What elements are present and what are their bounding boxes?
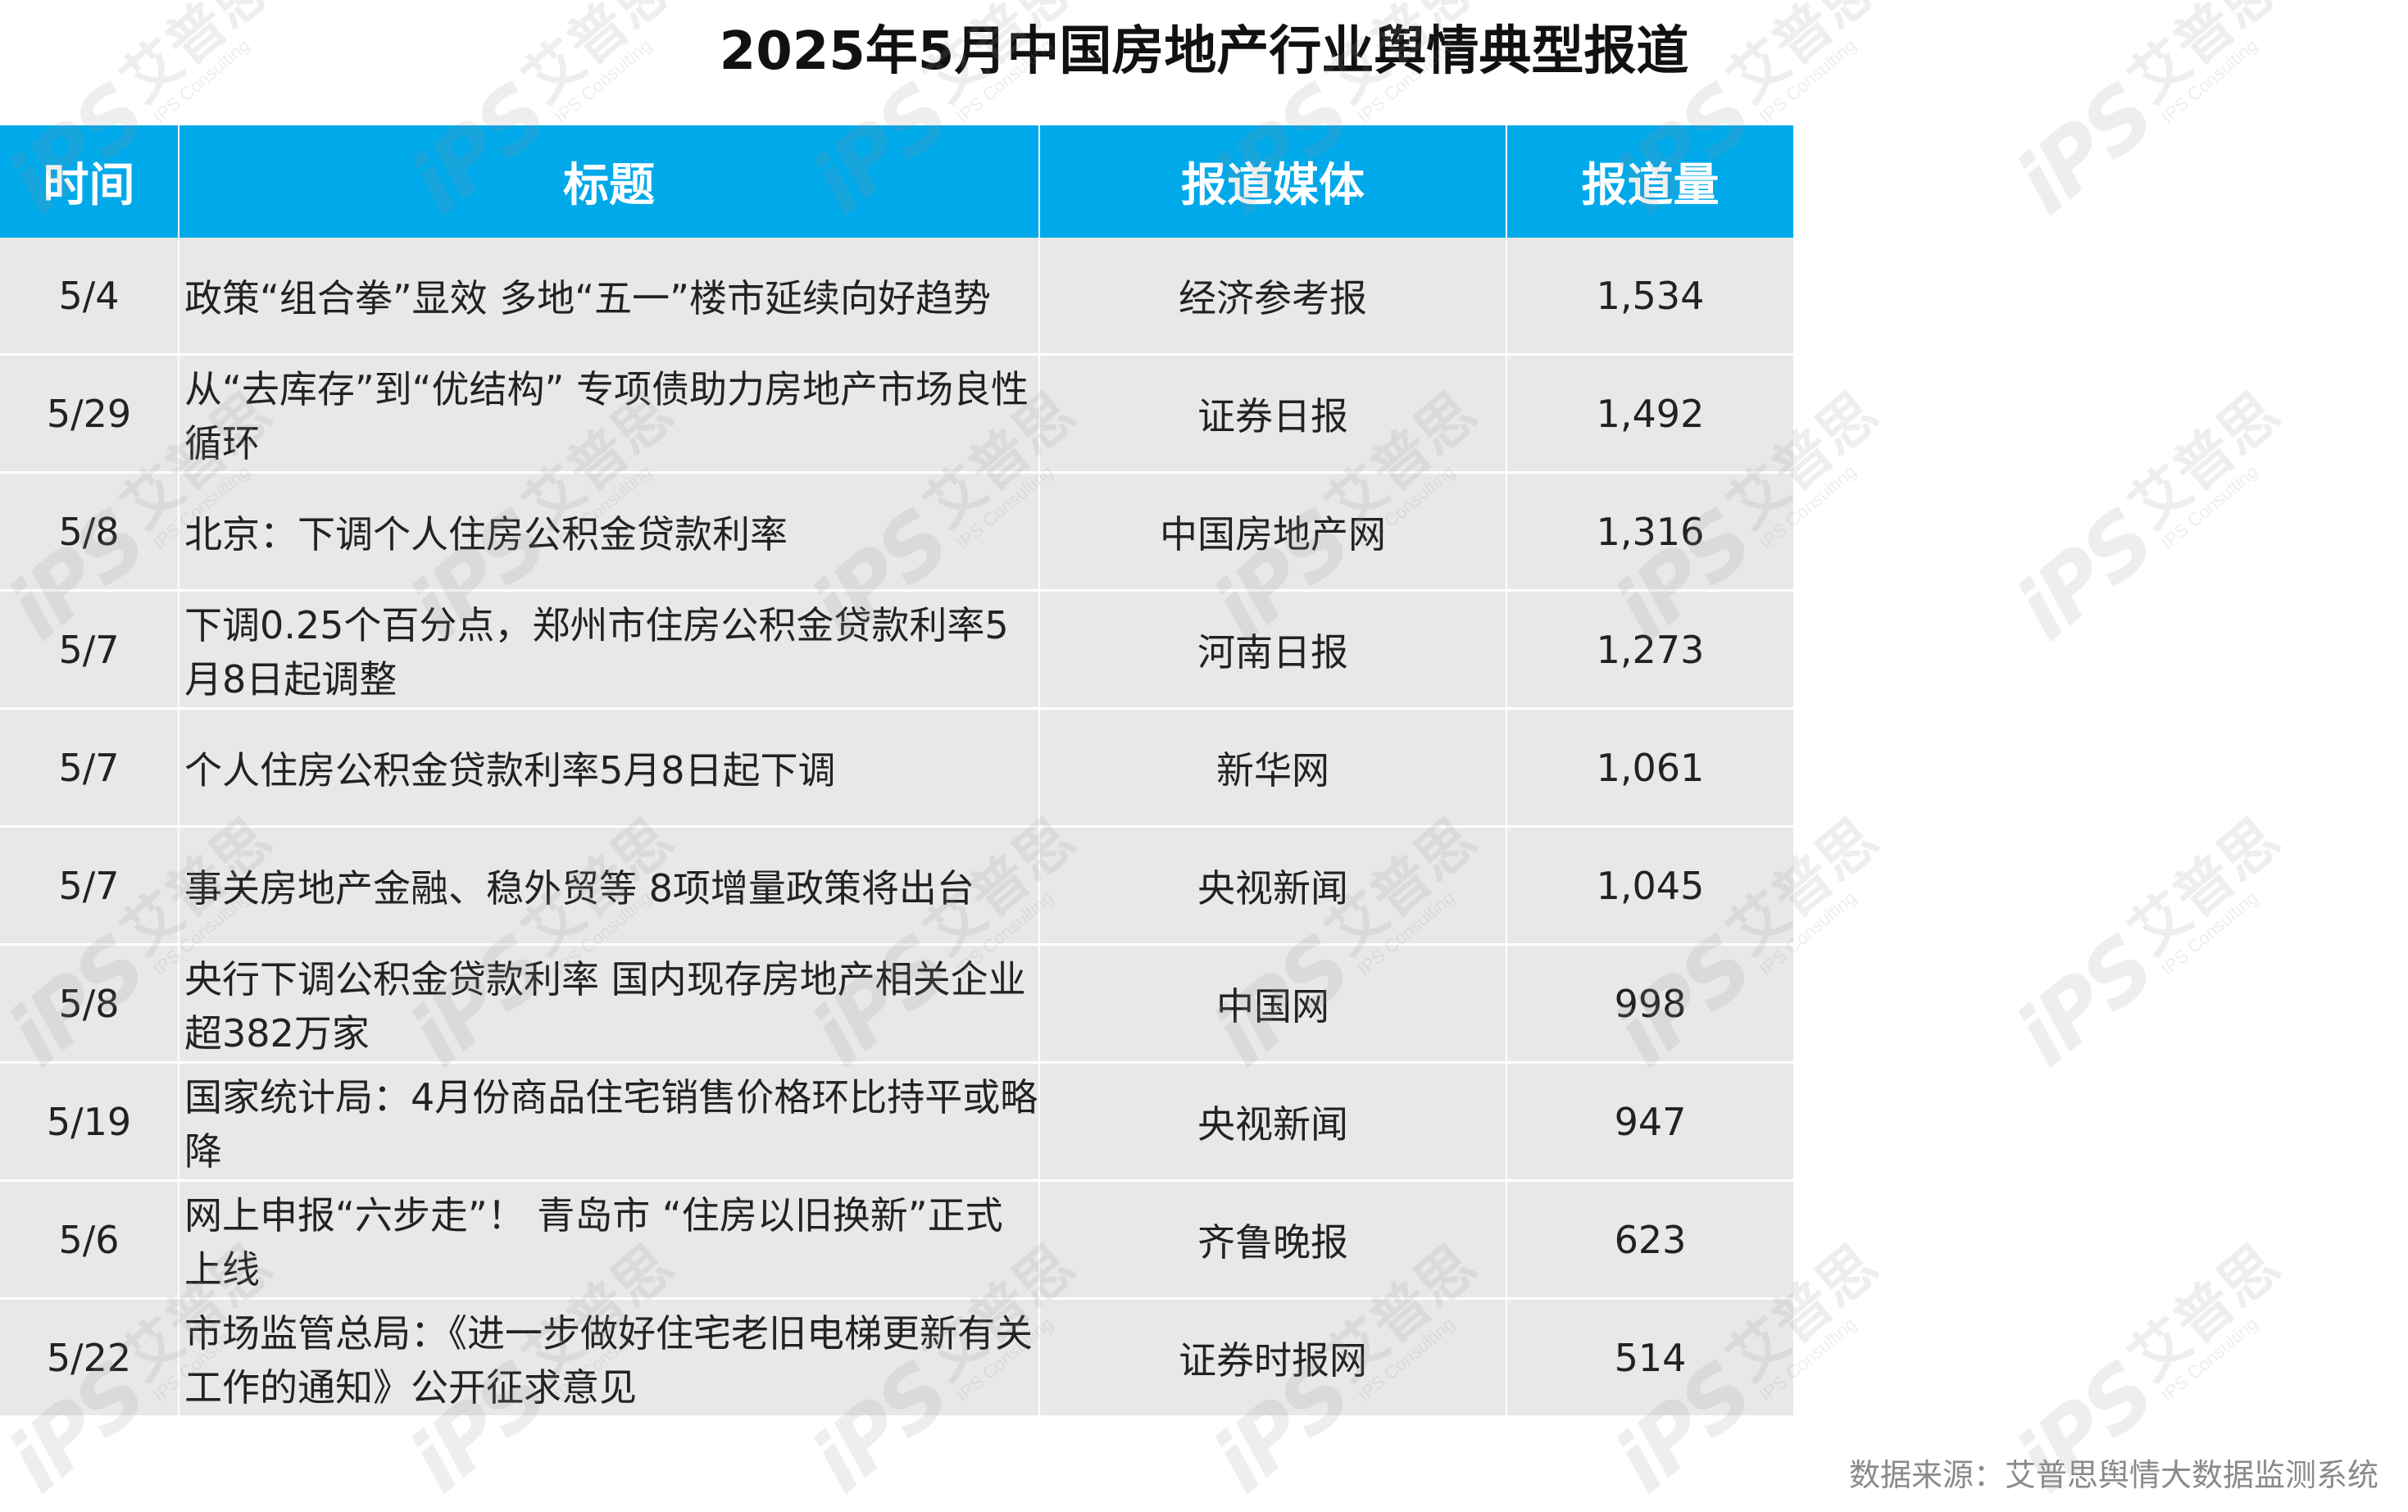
row-title: 从“去库存”到“优结构” 专项债助力房地产市场良性循环: [179, 354, 1040, 474]
table-row: 5/8 央行下调公积金贷款利率 国内现存房地产相关企业超382万家 中国网 99…: [0, 944, 2408, 1064]
row-count: 947: [1506, 1062, 1793, 1182]
row-media: 齐鲁晚报: [1039, 1180, 1507, 1300]
row-date: 5/8: [0, 944, 179, 1064]
row-date: 5/7: [0, 708, 179, 828]
data-source-note: 数据来源：艾普思舆情大数据监测系统: [1848, 1457, 2378, 1493]
row-date: 5/4: [0, 238, 179, 356]
row-count: 998: [1506, 944, 1793, 1064]
row-media: 经济参考报: [1039, 238, 1507, 356]
table-row: 5/22 市场监管总局：《进一步做好住宅老旧电梯更新有关工作的通知》公开征求意见…: [0, 1298, 2408, 1418]
row-title: 市场监管总局：《进一步做好住宅老旧电梯更新有关工作的通知》公开征求意见: [179, 1298, 1040, 1418]
row-media: 央视新闻: [1039, 1062, 1507, 1182]
row-media: 证券日报: [1039, 354, 1507, 474]
row-title: 网上申报“六步走”！ 青岛市 “住房以旧换新”正式上线: [179, 1180, 1040, 1300]
table-row: 5/7 下调0.25个百分点，郑州市住房公积金贷款利率5月8日起调整 河南日报 …: [0, 590, 2408, 710]
row-date: 5/7: [0, 590, 179, 710]
table-row: 5/6 网上申报“六步走”！ 青岛市 “住房以旧换新”正式上线 齐鲁晚报 623: [0, 1180, 2408, 1300]
row-title: 政策“组合拳”显效 多地“五一”楼市延续向好趋势: [179, 238, 1040, 356]
row-media: 央视新闻: [1039, 826, 1507, 946]
table-header-row: 时间 标题 报道媒体 报道量: [0, 125, 2408, 238]
header-title: 标题: [179, 125, 1040, 238]
row-media: 证券时报网: [1039, 1298, 1507, 1418]
row-count: 1,316: [1506, 472, 1793, 592]
table-row: 5/29 从“去库存”到“优结构” 专项债助力房地产市场良性循环 证券日报 1,…: [0, 354, 2408, 474]
table-row: 5/4 政策“组合拳”显效 多地“五一”楼市延续向好趋势 经济参考报 1,534: [0, 238, 2408, 356]
row-date: 5/29: [0, 354, 179, 474]
row-media: 河南日报: [1039, 590, 1507, 710]
header-date: 时间: [0, 125, 179, 238]
row-title: 国家统计局：4月份商品住宅销售价格环比持平或略降: [179, 1062, 1040, 1182]
row-count: 1,492: [1506, 354, 1793, 474]
table-row: 5/8 北京：下调个人住房公积金贷款利率 中国房地产网 1,316: [0, 472, 2408, 592]
row-date: 5/8: [0, 472, 179, 592]
header-count: 报道量: [1506, 125, 1793, 238]
row-date: 5/19: [0, 1062, 179, 1182]
row-title: 央行下调公积金贷款利率 国内现存房地产相关企业超382万家: [179, 944, 1040, 1064]
row-media: 中国房地产网: [1039, 472, 1507, 592]
row-count: 1,045: [1506, 826, 1793, 946]
row-title: 事关房地产金融、稳外贸等 8项增量政策将出台: [179, 826, 1040, 946]
header-media: 报道媒体: [1039, 125, 1507, 238]
row-media: 中国网: [1039, 944, 1507, 1064]
report-table: 时间 标题 报道媒体 报道量 5/4 政策“组合拳”显效 多地“五一”楼市延续向…: [0, 125, 2408, 1418]
row-count: 1,534: [1506, 238, 1793, 356]
row-title: 个人住房公积金贷款利率5月8日起下调: [179, 708, 1040, 828]
row-title: 下调0.25个百分点，郑州市住房公积金贷款利率5月8日起调整: [179, 590, 1040, 710]
table-row: 5/7 事关房地产金融、稳外贸等 8项增量政策将出台 央视新闻 1,045: [0, 826, 2408, 946]
page-title: 2025年5月中国房地产行业舆情典型报道: [719, 21, 1689, 82]
row-count: 1,061: [1506, 708, 1793, 828]
table-row: 5/19 国家统计局：4月份商品住宅销售价格环比持平或略降 央视新闻 947: [0, 1062, 2408, 1182]
row-date: 5/6: [0, 1180, 179, 1300]
row-title: 北京：下调个人住房公积金贷款利率: [179, 472, 1040, 592]
row-count: 623: [1506, 1180, 1793, 1300]
table-row: 5/7 个人住房公积金贷款利率5月8日起下调 新华网 1,061: [0, 708, 2408, 828]
row-count: 1,273: [1506, 590, 1793, 710]
row-date: 5/22: [0, 1298, 179, 1418]
row-date: 5/7: [0, 826, 179, 946]
row-count: 514: [1506, 1298, 1793, 1418]
row-media: 新华网: [1039, 708, 1507, 828]
